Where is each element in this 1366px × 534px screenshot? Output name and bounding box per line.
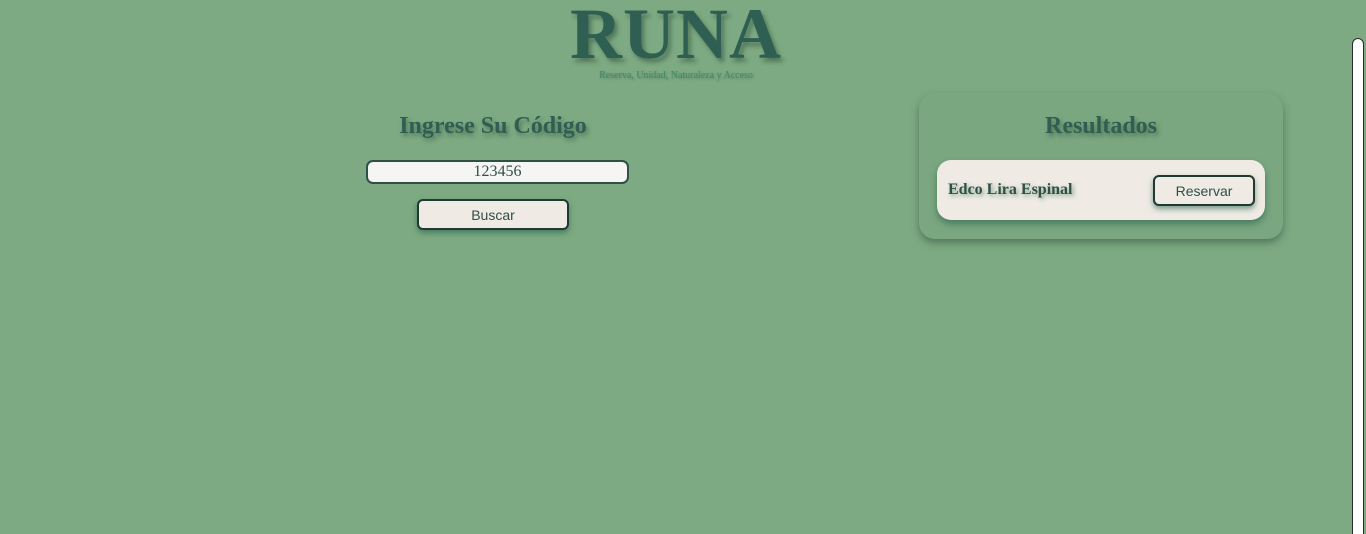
search-title: Ingrese Su Código [399, 113, 587, 139]
result-name: Edco Lira Espinal [948, 181, 1073, 198]
app-logo: RUNA [570, 0, 782, 74]
results-title: Resultados [1044, 113, 1158, 139]
app-tagline: Reserva, Unidad, Naturaleza y Acceso [599, 70, 753, 81]
page-scrollbar[interactable] [1352, 38, 1364, 534]
search-button[interactable]: Buscar [417, 199, 569, 230]
result-card: Edco Lira Espinal Reservar [937, 160, 1265, 220]
results-panel: Resultados Edco Lira Espinal Reservar [919, 93, 1283, 239]
code-input[interactable] [366, 160, 629, 184]
reserve-button[interactable]: Reservar [1153, 175, 1255, 206]
